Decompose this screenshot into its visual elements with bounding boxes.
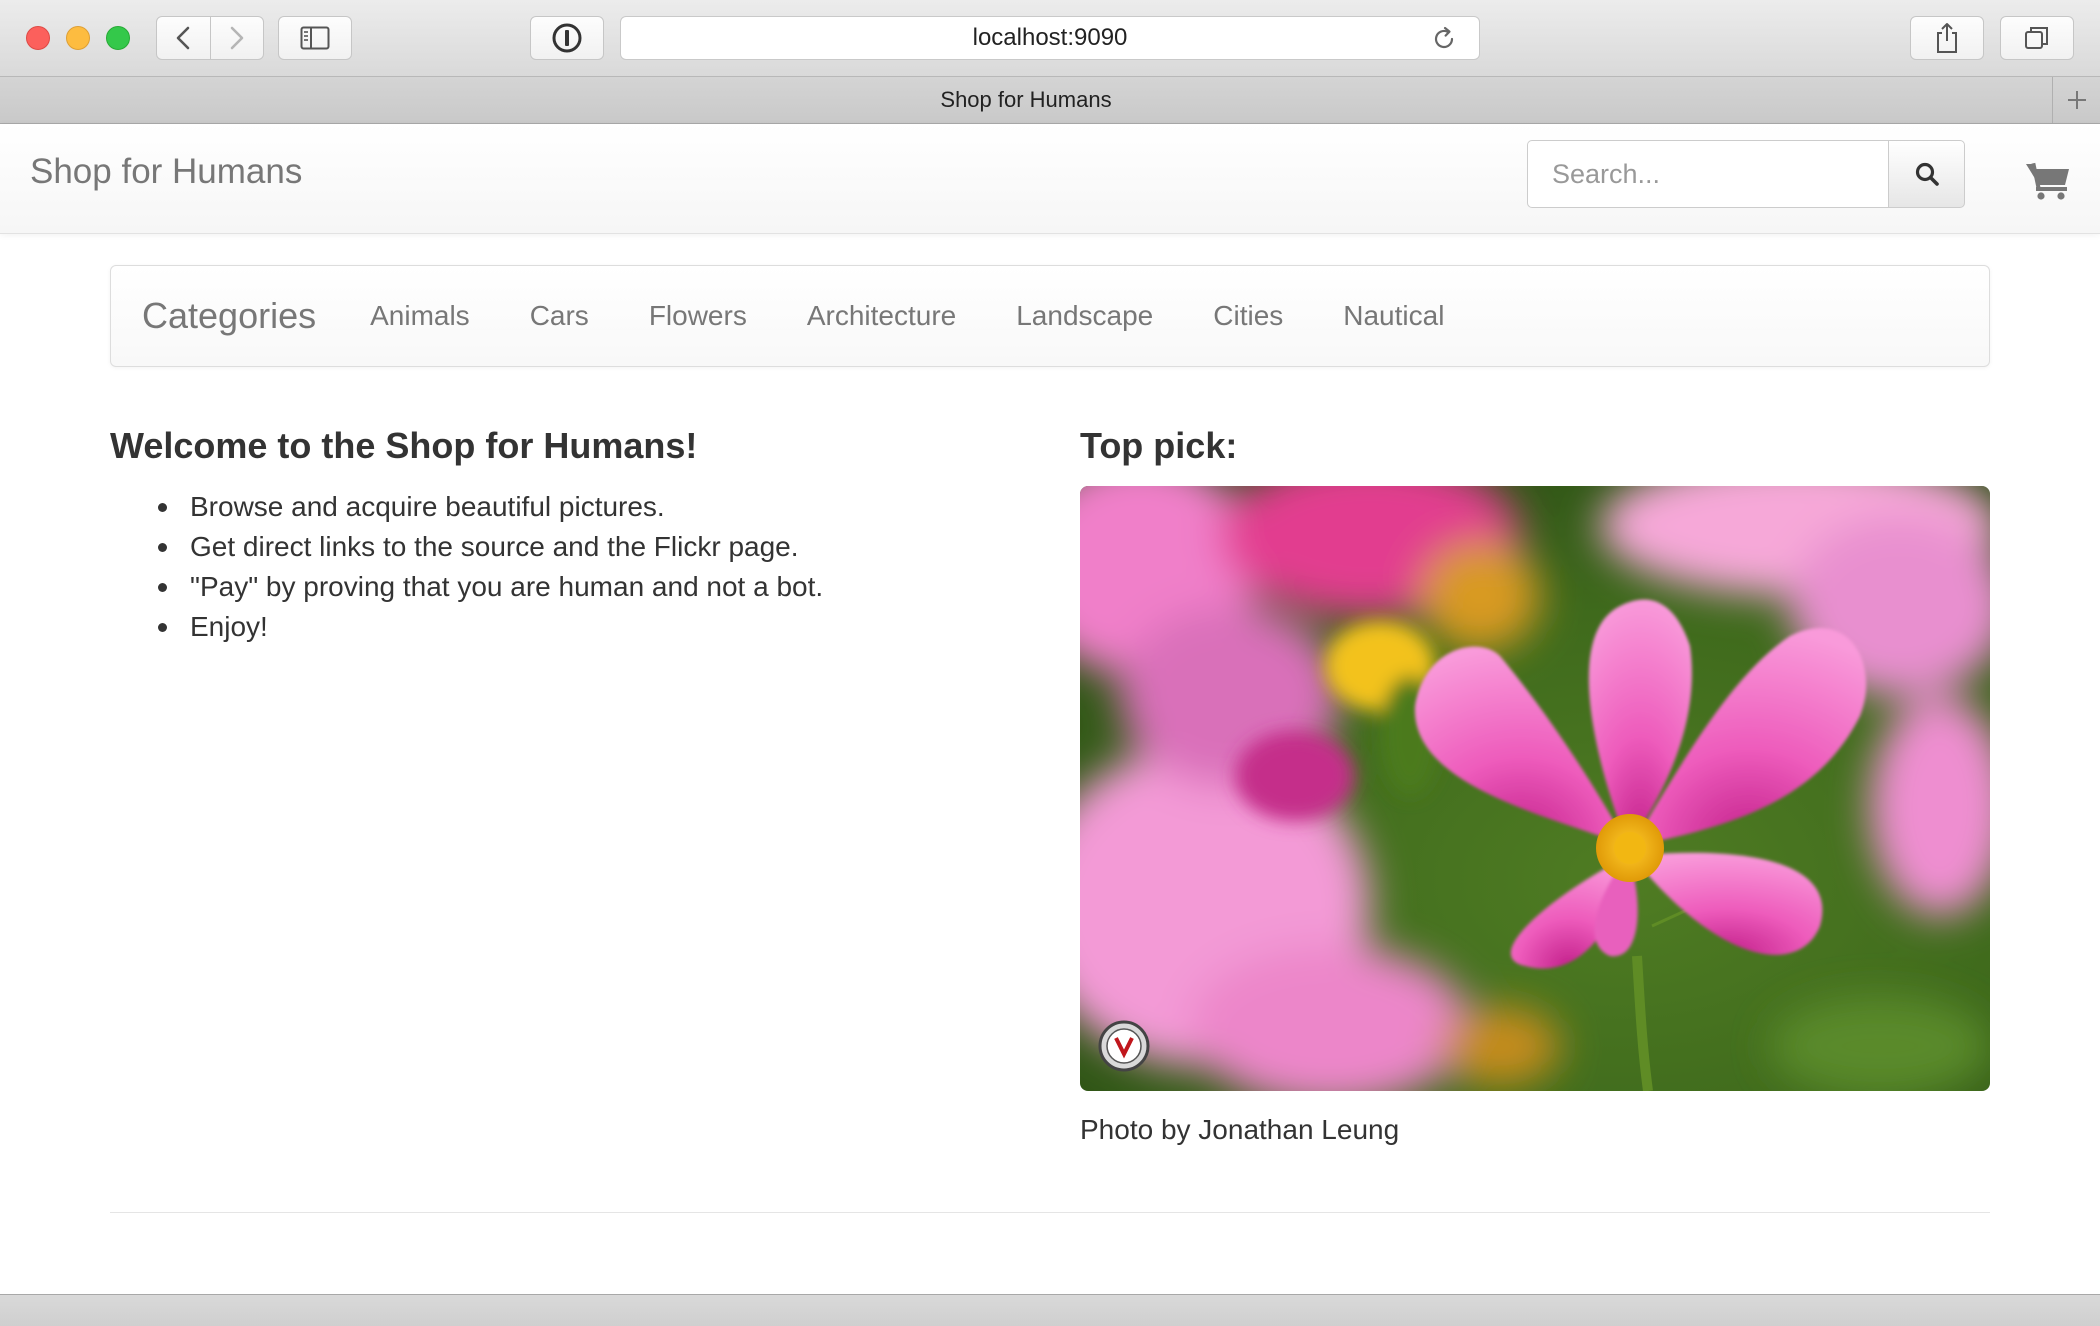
chevron-right-icon xyxy=(230,26,244,50)
shopping-cart-icon xyxy=(2026,162,2069,200)
plus-icon xyxy=(2067,91,2086,109)
sidebar-icon xyxy=(300,26,330,50)
category-link-animals[interactable]: Animals xyxy=(340,300,500,332)
feature-list: Browse and acquire beautiful pictures. G… xyxy=(157,487,823,647)
share-button[interactable] xyxy=(1910,16,1984,60)
tab-bar: Shop for Humans xyxy=(0,77,2100,124)
categories-heading[interactable]: Categories xyxy=(142,295,316,337)
site-navbar: Shop for Humans xyxy=(0,124,2100,234)
password-manager-button[interactable] xyxy=(530,16,604,60)
back-button[interactable] xyxy=(157,17,210,59)
category-link-cities[interactable]: Cities xyxy=(1183,300,1313,332)
top-pick-photo[interactable] xyxy=(1080,486,1990,1091)
forward-button[interactable] xyxy=(209,17,263,59)
chevron-left-icon xyxy=(177,26,190,50)
history-nav-group xyxy=(156,16,264,60)
share-icon xyxy=(1937,23,1957,53)
photo-caption: Photo by Jonathan Leung xyxy=(1080,1114,1400,1145)
zoom-window-button[interactable] xyxy=(106,26,130,50)
categories-navbar: Categories Animals Cars Flowers Architec… xyxy=(110,265,1990,367)
search-button[interactable] xyxy=(1888,140,1965,208)
shopping-cart-button[interactable] xyxy=(2025,160,2071,205)
password-manager-icon xyxy=(552,23,582,53)
new-tab-button[interactable] xyxy=(2052,77,2100,123)
site-brand-link[interactable]: Shop for Humans xyxy=(30,152,302,192)
active-tab[interactable]: Shop for Humans xyxy=(0,77,2052,123)
search-form xyxy=(1527,140,1965,208)
close-window-button[interactable] xyxy=(26,26,50,50)
sidebar-toggle-button[interactable] xyxy=(278,16,352,60)
browser-status-bar xyxy=(0,1294,2100,1326)
reload-icon[interactable] xyxy=(1431,26,1457,52)
category-link-architecture[interactable]: Architecture xyxy=(777,300,986,332)
top-pick-heading: Top pick: xyxy=(1080,425,1238,466)
address-bar[interactable]: localhost:9090 xyxy=(620,16,1480,60)
list-item: "Pay" by proving that you are human and … xyxy=(157,567,823,607)
tabs-overview-icon xyxy=(2025,27,2048,49)
minimize-window-button[interactable] xyxy=(66,26,90,50)
category-link-flowers[interactable]: Flowers xyxy=(619,300,777,332)
list-item: Enjoy! xyxy=(157,607,823,647)
flower-photo-image xyxy=(1080,486,1990,1091)
browser-titlebar: localhost:9090 xyxy=(0,0,2100,77)
search-icon xyxy=(1915,162,1939,186)
category-link-cars[interactable]: Cars xyxy=(500,300,619,332)
address-bar-url: localhost:9090 xyxy=(972,24,1128,51)
list-item: Get direct links to the source and the F… xyxy=(157,527,823,567)
show-tabs-button[interactable] xyxy=(2000,16,2074,60)
category-link-landscape[interactable]: Landscape xyxy=(986,300,1183,332)
footer-divider xyxy=(110,1212,1990,1213)
category-link-nautical[interactable]: Nautical xyxy=(1313,300,1474,332)
list-item: Browse and acquire beautiful pictures. xyxy=(157,487,823,527)
tab-title: Shop for Humans xyxy=(940,87,1112,112)
welcome-heading: Welcome to the Shop for Humans! xyxy=(110,425,698,466)
search-input[interactable] xyxy=(1527,140,1888,208)
